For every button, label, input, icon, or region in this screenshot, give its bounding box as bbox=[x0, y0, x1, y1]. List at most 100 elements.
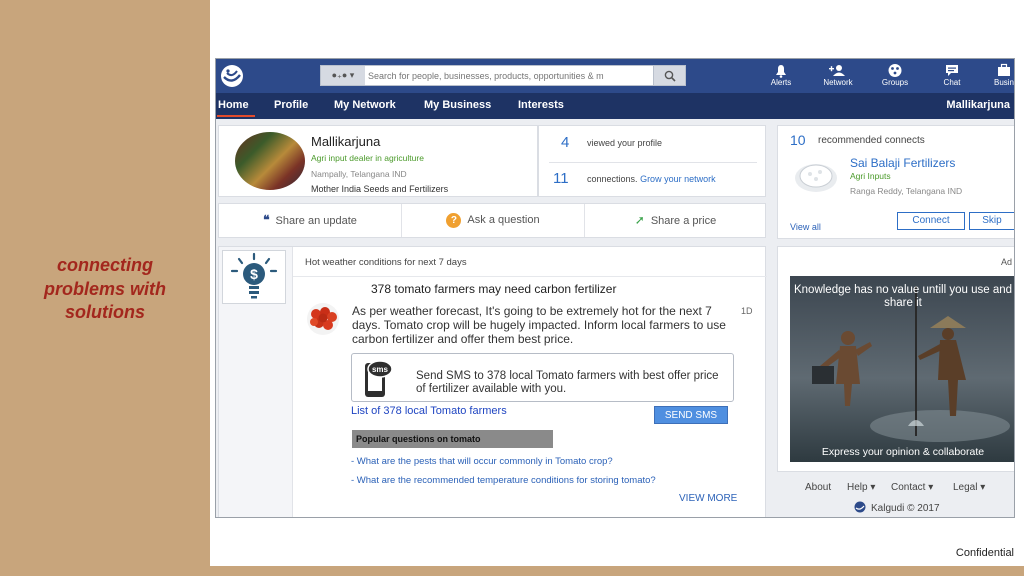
chat-icon bbox=[946, 65, 958, 76]
slide-caption: connecting problems with solutions bbox=[20, 254, 190, 325]
share-actions-bar: ❝ Share an update ? Ask a question ➚ Share … bbox=[218, 203, 766, 238]
slide-bottom-strip bbox=[0, 566, 1024, 576]
tomato-image bbox=[307, 303, 339, 335]
network-label: Network bbox=[823, 78, 853, 87]
profile-role: Agri input dealer in agriculture bbox=[311, 153, 424, 163]
view-all-link[interactable]: View all bbox=[790, 222, 821, 232]
footer-contact-menu[interactable]: Contact ▾ bbox=[891, 482, 933, 493]
farmers-list-link[interactable]: List of 378 local Tomato farmers bbox=[351, 405, 507, 417]
chat-label: Chat bbox=[943, 78, 961, 87]
footer-help-label: Help bbox=[847, 482, 868, 493]
recommended-location: Ranga Reddy, Telangana IND bbox=[850, 186, 963, 196]
tab-my-network[interactable]: My Network bbox=[334, 99, 396, 111]
recommended-connects-card: 10 recommended connects Sai Balaji Ferti… bbox=[777, 125, 1014, 239]
groups-button[interactable]: Groups bbox=[870, 63, 920, 87]
confidential-label: Confidential bbox=[955, 547, 1014, 559]
sms-suggestion-box: sms Send SMS to 378 local Tomato farmers… bbox=[351, 353, 734, 402]
sms-suggestion-text: Send SMS to 378 local Tomato farmers wit… bbox=[416, 370, 719, 395]
post-body: Hot weather conditions for next 7 days 3… bbox=[293, 247, 767, 517]
stats-divider bbox=[549, 162, 757, 163]
post-type-column: $ bbox=[219, 247, 293, 517]
feed-post: $ Hot weather conditions for next 7 days… bbox=[218, 246, 767, 517]
share-update-label: Share an update bbox=[275, 215, 357, 227]
ad-caption-bottom: Express your opinion & collaborate bbox=[821, 446, 985, 458]
ad-caption-top: Knowledge has no value untill you use an… bbox=[793, 284, 1013, 309]
profile-views-count: 4 bbox=[561, 134, 570, 151]
app-screenshot: ●₊● ▾ Alerts Network Groups Chat bbox=[215, 58, 1015, 518]
avatar[interactable] bbox=[235, 132, 305, 190]
connections-label: connections. bbox=[587, 174, 638, 184]
ask-question-label: Ask a question bbox=[467, 214, 540, 226]
footer-help-menu[interactable]: Help ▾ bbox=[847, 482, 875, 493]
profile-name[interactable]: Mallikarjuna bbox=[311, 134, 380, 149]
ad-image[interactable]: Knowledge has no value untill you use an… bbox=[790, 276, 1014, 462]
alerts-label: Alerts bbox=[770, 78, 792, 87]
add-user-icon bbox=[829, 65, 845, 76]
ad-label: Ad bbox=[1000, 257, 1012, 267]
fertilizer-image[interactable] bbox=[793, 156, 839, 194]
profile-views-label: viewed your profile bbox=[587, 138, 663, 148]
grow-network-link[interactable]: Grow your network bbox=[640, 174, 716, 184]
search-box: ●₊● ▾ bbox=[320, 65, 686, 86]
kalgudi-logo-icon[interactable] bbox=[219, 63, 245, 89]
trend-icon: ➚ bbox=[634, 213, 645, 227]
briefcase-icon bbox=[998, 63, 1010, 76]
slide-caption-line: connecting bbox=[56, 255, 153, 275]
connections-text: connections. Grow your network bbox=[587, 174, 716, 184]
post-headline[interactable]: 378 tomato farmers may need carbon ferti… bbox=[371, 282, 616, 296]
tab-my-business[interactable]: My Business bbox=[424, 99, 491, 111]
active-tab-indicator bbox=[217, 115, 255, 117]
footer-legal-menu[interactable]: Legal ▾ bbox=[953, 482, 985, 493]
profile-location: Nampally, Telangana IND bbox=[311, 169, 407, 179]
recommended-role: Agri Inputs bbox=[850, 171, 891, 181]
recommended-name[interactable]: Sai Balaji Fertilizers bbox=[850, 156, 955, 170]
share-price-button[interactable]: ➚ Share a price bbox=[585, 204, 766, 237]
groups-icon bbox=[888, 64, 902, 77]
connections-count: 11 bbox=[553, 170, 569, 187]
tab-home[interactable]: Home bbox=[218, 99, 249, 111]
search-button[interactable] bbox=[653, 66, 685, 85]
post-header: Hot weather conditions for next 7 days bbox=[293, 247, 767, 277]
question-link[interactable]: - What are the pests that will occur com… bbox=[351, 456, 613, 467]
business-label: Busin bbox=[993, 78, 1014, 87]
nav-username[interactable]: Mallikarjuna bbox=[946, 99, 1010, 111]
search-type-selector[interactable]: ●₊● ▾ bbox=[321, 66, 365, 85]
search-input[interactable] bbox=[368, 66, 654, 85]
business-button[interactable]: Busin bbox=[979, 63, 1014, 87]
skip-button[interactable]: Skip bbox=[969, 212, 1014, 230]
footer-links: About Help ▾ Contact ▾ Legal ▾ bbox=[777, 482, 1014, 502]
profile-stats-card: 4 viewed your profile 11 connections. Gr… bbox=[538, 125, 766, 197]
popular-questions-title: Popular questions on tomato bbox=[352, 430, 553, 448]
profile-company: Mother India Seeds and Fertilizers bbox=[311, 184, 449, 194]
share-update-button[interactable]: ❝ Share an update bbox=[219, 204, 401, 237]
svg-text:$: $ bbox=[250, 266, 258, 282]
network-button[interactable]: Network bbox=[813, 63, 863, 87]
idea-bulb-icon: $ bbox=[222, 250, 286, 304]
ask-question-button[interactable]: ? Ask a question bbox=[402, 204, 584, 237]
share-price-label: Share a price bbox=[650, 215, 717, 227]
view-more-link[interactable]: VIEW MORE bbox=[679, 493, 737, 504]
post-age: 1D bbox=[741, 306, 753, 316]
slide-caption-line: problems with bbox=[43, 278, 166, 299]
groups-label: Groups bbox=[881, 78, 909, 87]
connect-button[interactable]: Connect bbox=[897, 212, 965, 230]
alerts-button[interactable]: Alerts bbox=[756, 63, 806, 87]
send-sms-button[interactable]: SEND SMS bbox=[654, 406, 728, 424]
caret-down-icon: ▾ bbox=[928, 482, 934, 493]
chat-button[interactable]: Chat bbox=[927, 63, 977, 87]
sms-icon-label: sms bbox=[372, 365, 389, 374]
question-link[interactable]: - What are the recommended temperature c… bbox=[351, 475, 656, 486]
sms-phone-icon: sms bbox=[365, 360, 393, 397]
people-filter-icon: ●₊● ▾ bbox=[331, 70, 355, 80]
top-bar: ●₊● ▾ Alerts Network Groups Chat bbox=[216, 59, 1014, 93]
slide-caption-line: solutions bbox=[65, 302, 145, 322]
tab-profile[interactable]: Profile bbox=[274, 99, 308, 111]
question-icon: ? bbox=[446, 212, 462, 228]
footer-contact-label: Contact bbox=[891, 482, 926, 493]
footer-legal-label: Legal bbox=[953, 482, 978, 493]
ad-card: Ad Knowledge has no value untill you use… bbox=[777, 246, 1014, 472]
profile-card: Mallikarjuna Agri input dealer in agricu… bbox=[218, 125, 538, 197]
recommend-count: 10 bbox=[790, 132, 806, 148]
footer-about-link[interactable]: About bbox=[805, 482, 831, 493]
tab-interests[interactable]: Interests bbox=[518, 99, 564, 111]
